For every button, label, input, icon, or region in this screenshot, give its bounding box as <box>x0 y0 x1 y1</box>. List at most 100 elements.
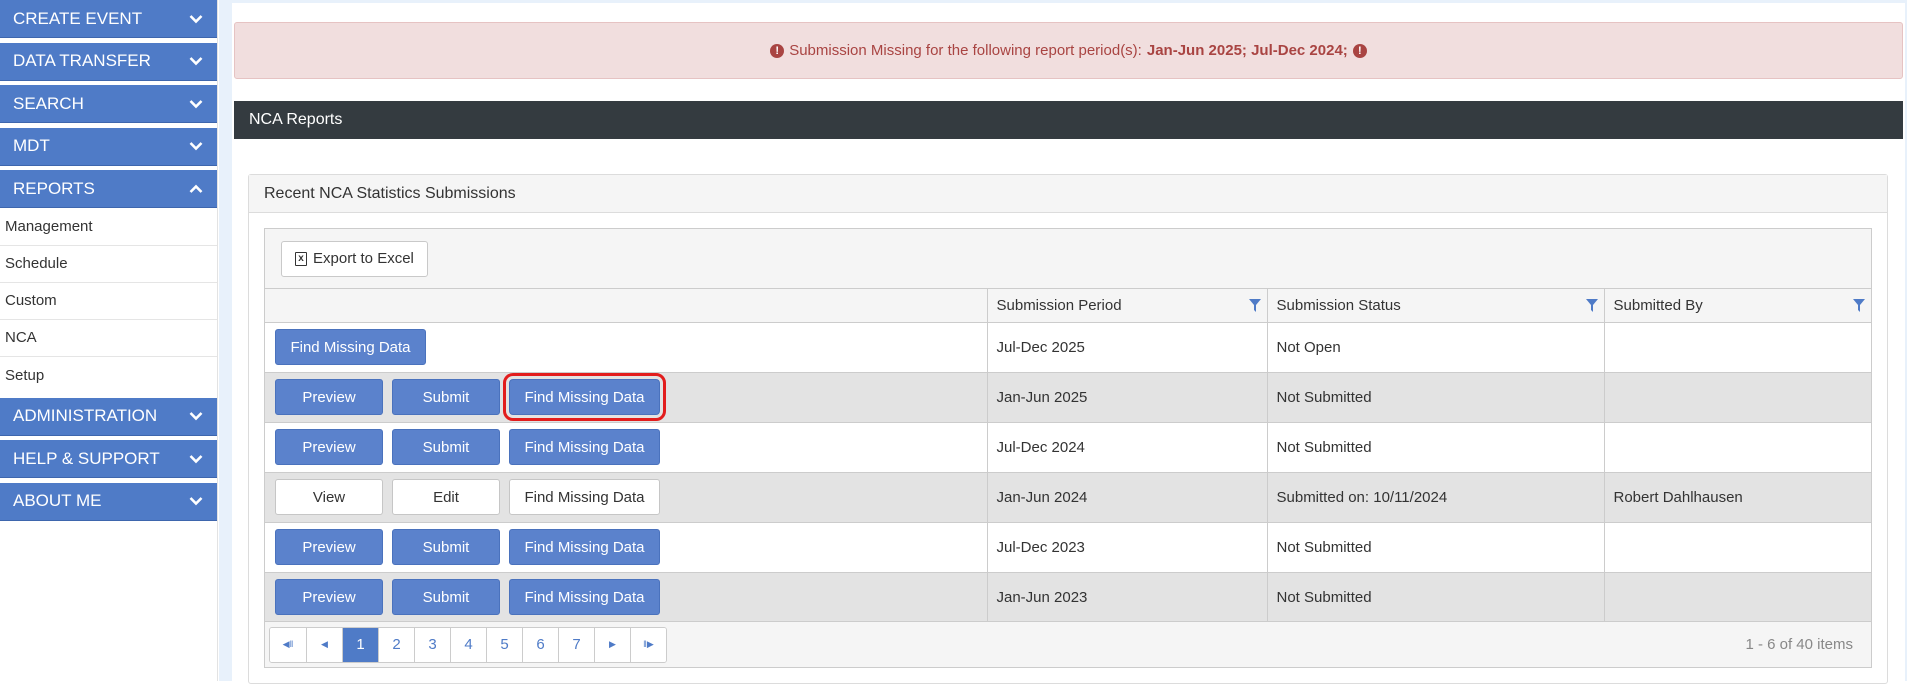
sidebar-item-management[interactable]: Management <box>0 209 217 246</box>
filter-icon[interactable] <box>1248 299 1261 312</box>
submission-status-cell: Not Submitted <box>1266 372 1604 423</box>
submitted-by-cell <box>1603 572 1871 623</box>
actions-cell: Find Missing Data <box>265 322 987 373</box>
table-row: Preview Submit Find Missing Data Jul-Dec… <box>265 422 1871 473</box>
column-header-submission-period: Submission Period <box>986 289 1267 323</box>
column-header-label: Submission Period <box>996 296 1122 314</box>
chevron-up-icon <box>189 182 203 196</box>
nav-section-label: HELP & SUPPORT <box>13 448 160 468</box>
submission-period-cell: Jul-Dec 2023 <box>986 522 1267 573</box>
submission-status-cell: Not Submitted <box>1266 522 1604 573</box>
submissions-panel-title: Recent NCA Statistics Submissions <box>264 184 516 202</box>
find-missing-data-button[interactable]: Find Missing Data <box>509 429 660 465</box>
submissions-panel-header: Recent NCA Statistics Submissions <box>249 175 1887 213</box>
actions-cell: Preview Submit Find Missing Data <box>265 572 987 623</box>
page-3-button[interactable]: 3 <box>414 627 450 662</box>
submissions-table: Submission Period Submission Status Subm… <box>265 289 1871 623</box>
preview-button[interactable]: Preview <box>275 379 383 415</box>
find-missing-data-button[interactable]: Find Missing Data <box>275 329 426 365</box>
pagination: ◀‖ ◀ 1 2 3 4 5 6 7 ▶ ‖▶ <box>269 626 667 663</box>
submission-period-cell: Jan-Jun 2025 <box>986 372 1267 423</box>
submitted-by-cell <box>1603 422 1871 473</box>
content-area: ! Submission Missing for the following r… <box>232 3 1905 684</box>
submitted-by-cell <box>1603 372 1871 423</box>
chevron-down-icon <box>189 54 203 68</box>
sidebar-item-schedule[interactable]: Schedule <box>0 246 217 283</box>
excel-file-icon: x <box>295 251 307 266</box>
nav-section-data-transfer[interactable]: DATA TRANSFER <box>0 42 217 81</box>
grid-toolbar: x Export to Excel <box>265 229 1871 289</box>
first-page-icon[interactable]: ◀‖ <box>270 627 306 662</box>
nav-section-search[interactable]: SEARCH <box>0 85 217 123</box>
submission-period-cell: Jan-Jun 2024 <box>986 472 1267 523</box>
table-row: Preview Submit Find Missing Data Jul-Dec… <box>265 522 1871 573</box>
submission-status-cell: Not Submitted <box>1266 572 1604 623</box>
nav-section-label: REPORTS <box>13 178 95 198</box>
alert-periods: Jan-Jun 2025; Jul-Dec 2024; <box>1146 42 1348 59</box>
page-6-button[interactable]: 6 <box>522 627 558 662</box>
nav-section-create-event[interactable]: CREATE EVENT <box>0 0 217 38</box>
submit-button[interactable]: Submit <box>392 379 500 415</box>
last-page-icon[interactable]: ‖▶ <box>630 627 666 662</box>
panel-body: Recent NCA Statistics Submissions x Expo… <box>234 139 1903 684</box>
submission-period-cell: Jul-Dec 2025 <box>986 322 1267 373</box>
table-row: Preview Submit Find Missing Data Jan-Jun… <box>265 372 1871 423</box>
submit-button[interactable]: Submit <box>392 579 500 615</box>
export-to-excel-button[interactable]: x Export to Excel <box>281 240 428 277</box>
find-missing-data-button[interactable]: Find Missing Data <box>509 529 660 565</box>
submitted-by-cell <box>1603 522 1871 573</box>
table-row: View Edit Find Missing Data Jan-Jun 2024… <box>265 472 1871 523</box>
column-header-submitted-by: Submitted By <box>1603 289 1871 323</box>
preview-button[interactable]: Preview <box>275 529 383 565</box>
submission-status-cell: Submitted on: 10/11/2024 <box>1266 472 1604 523</box>
chevron-down-icon <box>189 494 203 508</box>
previous-page-icon[interactable]: ◀ <box>306 627 342 662</box>
preview-button[interactable]: Preview <box>275 579 383 615</box>
edit-button[interactable]: Edit <box>392 479 500 515</box>
find-missing-data-button[interactable]: Find Missing Data <box>509 479 660 515</box>
page-2-button[interactable]: 2 <box>378 627 414 662</box>
main-content: ! Submission Missing for the following r… <box>219 0 1907 684</box>
next-page-icon[interactable]: ▶ <box>594 627 630 662</box>
actions-cell: Preview Submit Find Missing Data <box>265 422 987 473</box>
nav-section-administration[interactable]: ADMINISTRATION <box>0 397 217 436</box>
nav-section-help-support[interactable]: HELP & SUPPORT <box>0 440 217 478</box>
filter-icon[interactable] <box>1853 299 1865 312</box>
table-row: Find Missing Data Jul-Dec 2025 Not Open <box>265 322 1871 373</box>
submission-status-cell: Not Open <box>1266 322 1604 373</box>
sidebar-item-setup[interactable]: Setup <box>0 357 217 394</box>
chevron-down-icon <box>189 452 203 466</box>
page-5-button[interactable]: 5 <box>486 627 522 662</box>
panel-title: NCA Reports <box>249 111 343 128</box>
exclamation-circle-icon: ! <box>770 43 785 58</box>
column-header-label: Submitted By <box>1613 296 1703 314</box>
column-header-label: Submission Status <box>1276 296 1401 314</box>
submitted-by-cell <box>1603 322 1871 373</box>
exclamation-circle-icon: ! <box>1352 43 1367 58</box>
find-missing-data-button[interactable]: Find Missing Data <box>509 579 660 615</box>
sidebar-item-custom[interactable]: Custom <box>0 283 217 320</box>
chevron-down-icon <box>189 409 203 423</box>
pager-info: 1 - 6 of 40 items <box>1745 636 1853 653</box>
find-missing-data-button[interactable]: Find Missing Data <box>503 373 666 421</box>
page-4-button[interactable]: 4 <box>450 627 486 662</box>
chevron-down-icon <box>189 97 203 111</box>
panel-header: NCA Reports <box>234 101 1903 139</box>
view-button[interactable]: View <box>275 479 383 515</box>
nav-section-about-me[interactable]: ABOUT ME <box>0 482 217 521</box>
nav-section-label: CREATE EVENT <box>13 8 143 28</box>
export-label: Export to Excel <box>313 250 414 267</box>
actions-cell: View Edit Find Missing Data <box>265 472 987 523</box>
submission-status-cell: Not Submitted <box>1266 422 1604 473</box>
preview-button[interactable]: Preview <box>275 429 383 465</box>
submit-button[interactable]: Submit <box>392 529 500 565</box>
page-1-button[interactable]: 1 <box>342 627 378 662</box>
filter-icon[interactable] <box>1585 299 1598 312</box>
submit-button[interactable]: Submit <box>392 429 500 465</box>
submission-period-cell: Jan-Jun 2023 <box>986 572 1267 623</box>
nav-section-mdt[interactable]: MDT <box>0 127 217 166</box>
nav-section-reports[interactable]: REPORTS <box>0 170 217 208</box>
nav-section-label: DATA TRANSFER <box>13 51 151 70</box>
sidebar-item-nca[interactable]: NCA <box>0 320 217 357</box>
page-7-button[interactable]: 7 <box>558 627 594 662</box>
